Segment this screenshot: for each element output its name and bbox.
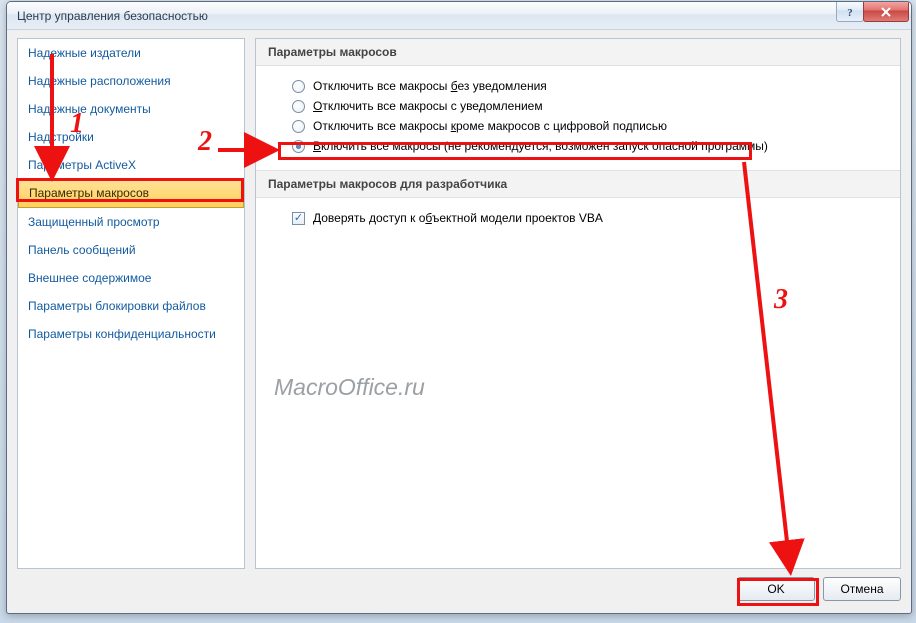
radio-disable-except-signed[interactable]: Отключить все макросы кроме макросов с ц… xyxy=(292,116,882,136)
sidebar-item-label: Внешнее содержимое xyxy=(28,271,151,285)
sidebar-item-label: Надстройки xyxy=(28,130,94,144)
checkbox-trust-vba[interactable]: ✓ Доверять доступ к объектной модели про… xyxy=(292,208,882,228)
sidebar-item-label: Параметры блокировки файлов xyxy=(28,299,206,313)
radio-icon xyxy=(292,120,305,133)
content-pane: Параметры макросов Отключить все макросы… xyxy=(255,38,901,569)
ok-button[interactable]: OK xyxy=(737,577,815,601)
sidebar-item-label: Защищенный просмотр xyxy=(28,215,160,229)
radio-label: Включить все макросы (не рекомендуется, … xyxy=(313,139,768,153)
sidebar-item-macro-settings[interactable]: Параметры макросов xyxy=(18,178,244,208)
group-body-dev: ✓ Доверять доступ к объектной модели про… xyxy=(256,198,900,242)
sidebar-item-label: Параметры конфиденциальности xyxy=(28,327,216,341)
sidebar-item-message-bar[interactable]: Панель сообщений xyxy=(18,236,244,264)
svg-text:?: ? xyxy=(847,7,853,18)
dialog-footer: OK Отмена xyxy=(17,575,901,603)
window-title: Центр управления безопасностью xyxy=(17,9,208,23)
radio-label: Отключить все макросы с уведомлением xyxy=(313,99,543,113)
checkbox-icon: ✓ xyxy=(292,212,305,225)
sidebar-item-addins[interactable]: Надстройки xyxy=(18,123,244,151)
sidebar-item-protected-view[interactable]: Защищенный просмотр xyxy=(18,208,244,236)
sidebar-item-label: Надежные документы xyxy=(28,102,151,116)
radio-icon xyxy=(292,100,305,113)
sidebar-item-label: Надежные издатели xyxy=(28,46,141,60)
checkbox-label: Доверять доступ к объектной модели проек… xyxy=(313,211,603,225)
help-button[interactable]: ? xyxy=(836,2,864,22)
sidebar-item-trusted-publishers[interactable]: Надежные издатели xyxy=(18,39,244,67)
sidebar-item-trusted-locations[interactable]: Надежные расположения xyxy=(18,67,244,95)
titlebar[interactable]: Центр управления безопасностью ? xyxy=(7,2,911,30)
sidebar-item-file-block[interactable]: Параметры блокировки файлов xyxy=(18,292,244,320)
sidebar-item-external-content[interactable]: Внешнее содержимое xyxy=(18,264,244,292)
sidebar-item-label: Параметры макросов xyxy=(29,186,149,200)
sidebar-item-label: Панель сообщений xyxy=(28,243,136,257)
sidebar-item-label: Надежные расположения xyxy=(28,74,171,88)
group-body-macro: Отключить все макросы без уведомления От… xyxy=(256,66,900,170)
radio-label: Отключить все макросы кроме макросов с ц… xyxy=(313,119,667,133)
sidebar-item-privacy[interactable]: Параметры конфиденциальности xyxy=(18,320,244,348)
trust-center-window: Центр управления безопасностью ? Надежны… xyxy=(6,1,912,614)
sidebar-item-activex[interactable]: Параметры ActiveX xyxy=(18,151,244,179)
radio-disable-with-notify[interactable]: Отключить все макросы с уведомлением xyxy=(292,96,882,116)
cancel-button[interactable]: Отмена xyxy=(823,577,901,601)
group-header-dev: Параметры макросов для разработчика xyxy=(256,170,900,198)
sidebar-item-trusted-documents[interactable]: Надежные документы xyxy=(18,95,244,123)
sidebar: Надежные издатели Надежные расположения … xyxy=(17,38,245,569)
radio-enable-all[interactable]: Включить все макросы (не рекомендуется, … xyxy=(292,136,882,156)
client-area: Надежные издатели Надежные расположения … xyxy=(17,38,901,569)
radio-disable-no-notify[interactable]: Отключить все макросы без уведомления xyxy=(292,76,882,96)
titlebar-buttons: ? xyxy=(837,2,909,22)
group-header-macro: Параметры макросов xyxy=(256,39,900,66)
sidebar-item-label: Параметры ActiveX xyxy=(28,158,136,172)
close-button[interactable] xyxy=(863,2,909,22)
radio-icon xyxy=(292,140,305,153)
radio-icon xyxy=(292,80,305,93)
radio-label: Отключить все макросы без уведомления xyxy=(313,79,547,93)
